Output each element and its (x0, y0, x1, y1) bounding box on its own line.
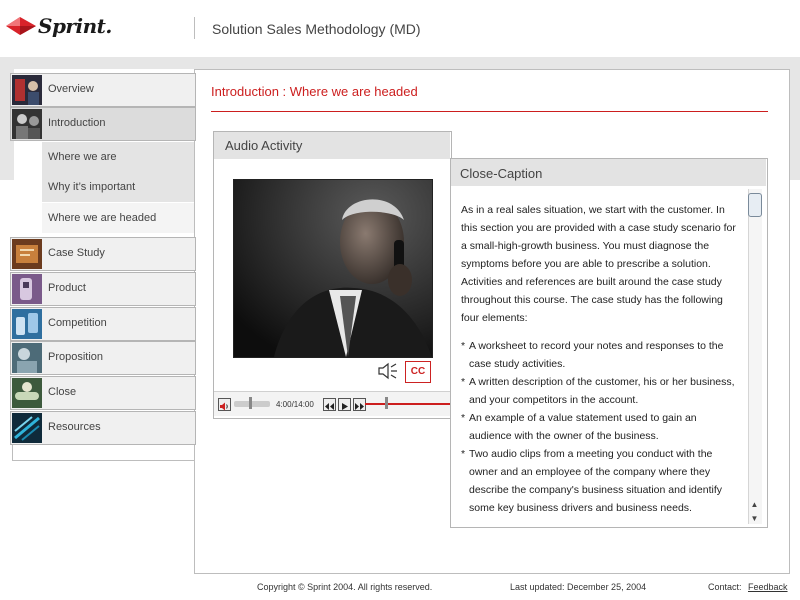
last-updated-text: Last updated: December 25, 2004 (510, 582, 647, 592)
sidebar-item-case-study[interactable]: Case Study (10, 237, 196, 271)
scroll-up-icon[interactable]: ▲ (749, 500, 760, 510)
bullet-text: An example of a value statement used to … (469, 412, 697, 442)
sidebar-item-label: Case Study (48, 247, 105, 259)
sidebar-subitem-why-its-important[interactable]: Why it’s important (42, 172, 194, 203)
section-title: Introduction : Where we are headed (211, 84, 418, 99)
sidebar-item-label: Resources (48, 421, 101, 433)
title-divider (211, 111, 768, 112)
sprint-diamond-icon (6, 17, 36, 35)
sprint-logo[interactable]: Sprint. (6, 13, 126, 41)
sidebar-item-label: Close (48, 386, 77, 398)
sidebar-item-competition[interactable]: Competition (10, 307, 196, 341)
list-item: * An example of a value statement used to… (461, 412, 697, 442)
close-caption-title: Close-Caption (460, 166, 543, 181)
play-icon[interactable] (338, 398, 351, 411)
copyright-text: Copyright © Sprint 2004. All rights rese… (257, 582, 433, 592)
sidebar-subitem-label: Where we are (48, 151, 117, 163)
caption-intro-paragraph: As in a real sales situation, we start w… (461, 204, 736, 324)
contact-label: Contact: (708, 582, 742, 592)
overview-thumbnail-icon (12, 75, 42, 105)
sidebar-item-label: Overview (48, 83, 94, 95)
closed-caption-button[interactable]: CC (405, 361, 431, 383)
sidebar-bottom-divider (12, 460, 195, 461)
bullet-text: Two audio clips from a meeting you condu… (469, 448, 722, 514)
close-caption-text: As in a real sales situation, we start w… (461, 201, 737, 517)
sidebar-subitem-where-we-are[interactable]: Where we are (42, 142, 194, 173)
bullet-text: A written description of the customer, h… (469, 376, 735, 406)
businessman-photo (233, 179, 433, 358)
businessman-on-phone-image (234, 180, 432, 357)
sidebar-item-close[interactable]: Close (10, 376, 196, 410)
list-item: * A written description of the customer, … (461, 376, 735, 406)
sidebar-subitem-label: Where we are headed (48, 212, 157, 224)
audio-panel-title: Audio Activity (225, 138, 303, 153)
sidebar-item-introduction[interactable]: Introduction (10, 107, 196, 141)
list-item: * Two audio clips from a meeting you cond… (461, 448, 722, 514)
scrollbar-thumb[interactable] (748, 193, 762, 217)
progress-bar-handle[interactable] (385, 397, 389, 409)
progress-bar-track[interactable] (365, 403, 450, 405)
caption-bullet-list: * A worksheet to record your notes and re… (461, 337, 737, 517)
resources-thumbnail-icon (12, 413, 42, 443)
sidebar-item-label: Competition (48, 317, 107, 329)
sidebar-item-label: Proposition (48, 351, 104, 363)
list-item: * A worksheet to record your notes and re… (461, 340, 724, 370)
background-band (14, 57, 786, 69)
logo-wordmark: Sprint. (38, 14, 112, 38)
volume-slider-handle[interactable] (249, 397, 253, 409)
bullet-text: A worksheet to record your notes and res… (469, 340, 724, 370)
proposition-thumbnail-icon (12, 343, 42, 373)
sidebar-subitem-where-we-are-headed[interactable]: Where we are headed (42, 203, 194, 234)
case-study-thumbnail-icon (12, 239, 42, 269)
caption-scrollbar[interactable] (748, 189, 762, 524)
rewind-icon[interactable] (323, 398, 336, 411)
scroll-down-icon[interactable]: ▼ (749, 514, 760, 524)
close-thumbnail-icon (12, 378, 42, 408)
sidebar-item-proposition[interactable]: Proposition (10, 341, 196, 375)
competition-thumbnail-icon (12, 309, 42, 339)
sidebar-edge (12, 445, 13, 461)
product-thumbnail-icon (12, 274, 42, 304)
playback-time: 4:00/14:00 (276, 400, 314, 409)
volume-speaker-icon[interactable] (218, 398, 231, 411)
introduction-thumbnail-icon (12, 109, 42, 139)
mute-speaker-icon[interactable] (377, 361, 399, 381)
sidebar-item-product[interactable]: Product (10, 272, 196, 306)
sidebar-item-overview[interactable]: Overview (10, 73, 196, 107)
sidebar-item-label: Product (48, 282, 86, 294)
app-title: Solution Sales Methodology (MD) (212, 21, 421, 37)
sidebar-item-resources[interactable]: Resources (10, 411, 196, 445)
sidebar-item-label: Introduction (48, 117, 106, 129)
feedback-link[interactable]: Feedback (748, 582, 788, 592)
sidebar-subitem-label: Why it’s important (48, 181, 136, 193)
header-divider (194, 17, 195, 39)
